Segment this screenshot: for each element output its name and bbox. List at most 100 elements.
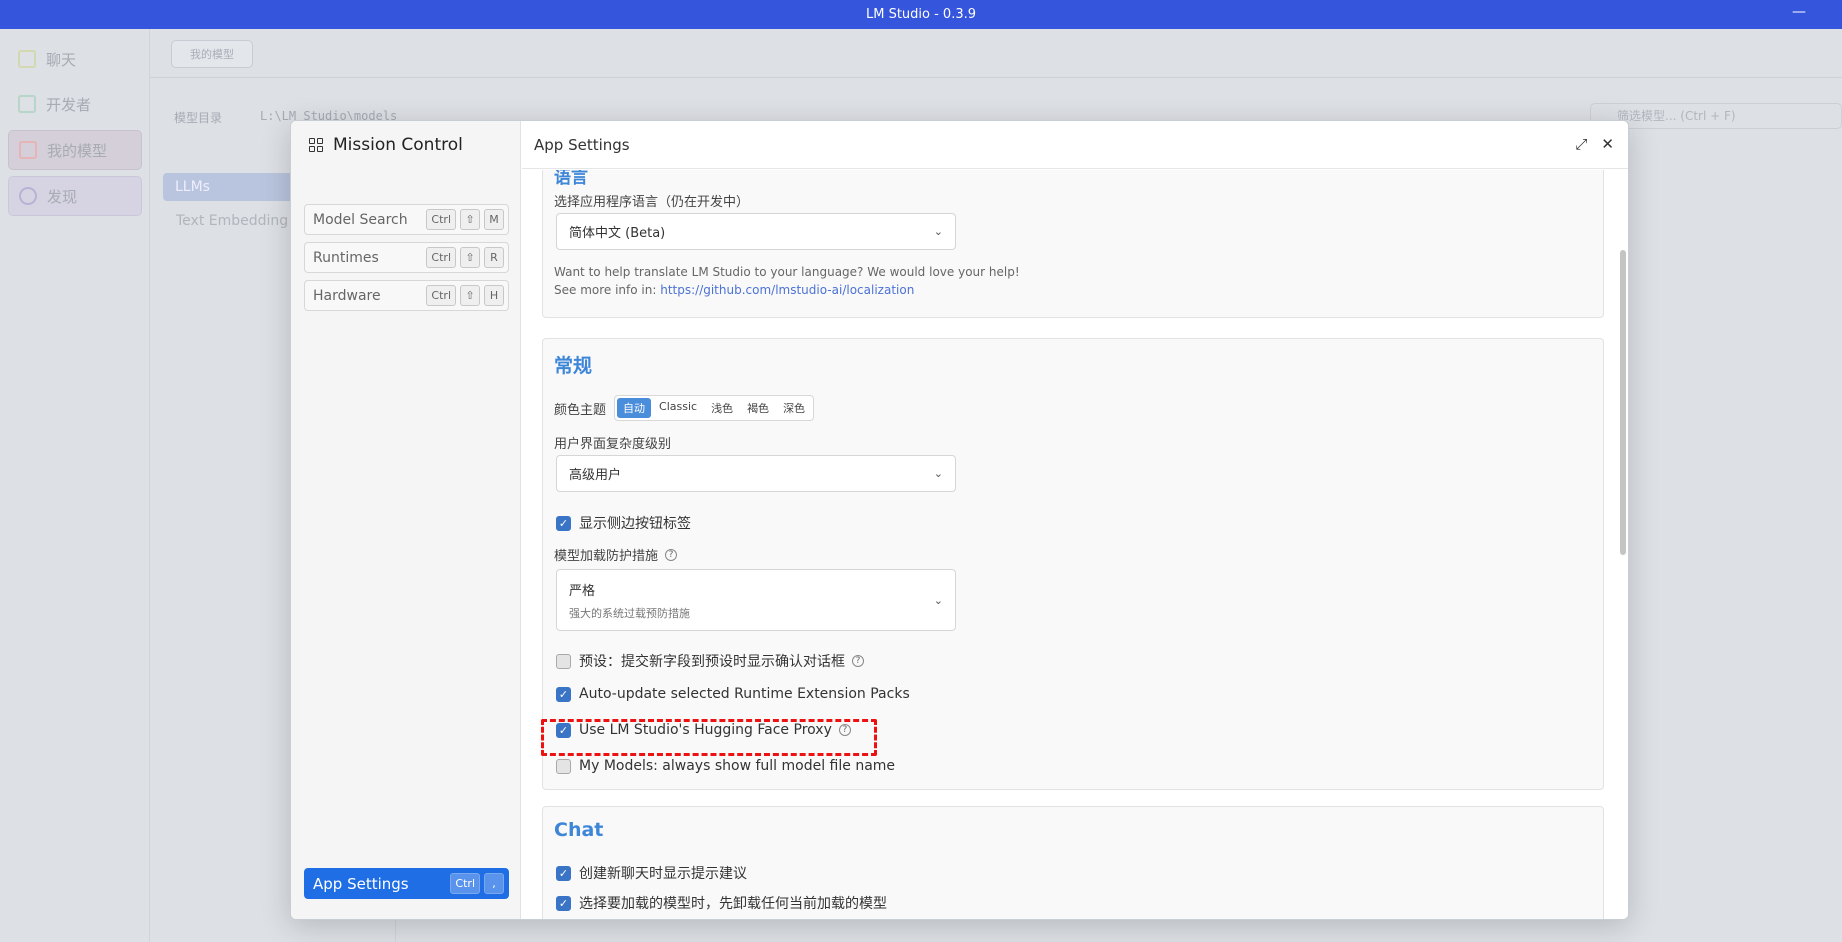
tab-llms[interactable]: LLMs — [163, 173, 303, 201]
nav-item-discover[interactable]: 发现 — [8, 176, 142, 216]
chat-section: Chat ✓ 创建新聊天时显示提示建议 ✓ 选择要加载的模型时，先卸载任何当前加… — [542, 806, 1604, 919]
left-nav: 聊天 开发者 我的模型 发现 — [0, 29, 150, 942]
sidebar-title-text: Mission Control — [333, 135, 463, 155]
checkbox-label: Auto-update selected Runtime Extension P… — [579, 686, 910, 702]
nav-item-developer[interactable]: 开发者 — [8, 84, 142, 124]
auto-update-checkbox[interactable]: ✓ Auto-update selected Runtime Extension… — [556, 686, 910, 702]
shortcut-key: ⇧ — [460, 285, 480, 306]
theme-label: 颜色主题 — [554, 402, 607, 418]
shortcut-key: Ctrl — [426, 285, 456, 306]
shortcut-key: R — [484, 247, 504, 268]
language-value: 简体中文 (Beta) — [569, 226, 666, 241]
theme-option-auto[interactable]: 自动 — [617, 398, 652, 418]
window-title: LM Studio - 0.3.9 — [865, 7, 977, 22]
translate-note: Want to help translate LM Studio to your… — [554, 265, 1020, 279]
sidebar-item-label: Model Search — [313, 211, 408, 228]
scrollbar[interactable] — [1620, 250, 1626, 555]
complexity-select[interactable]: 高级用户 ⌄ — [556, 455, 956, 492]
nav-item-chat[interactable]: 聊天 — [8, 39, 142, 79]
nav-item-my-models[interactable]: 我的模型 — [8, 130, 142, 170]
theme-option-light[interactable]: 浅色 — [705, 398, 739, 418]
complexity-value: 高级用户 — [569, 468, 622, 483]
checkbox-checked-icon: ✓ — [556, 515, 571, 531]
language-section: 语言 选择应用程序语言（仍在开发中） 简体中文 (Beta) ⌄ Want to… — [542, 170, 1604, 318]
guardrails-label: 模型加载防护措施 — [554, 549, 659, 564]
sidebar-item-model-search[interactable]: Model Search Ctrl ⇧ M — [304, 204, 509, 235]
sidebar-title: Mission Control — [309, 135, 463, 155]
shortcut-key: ⇧ — [460, 247, 480, 268]
help-icon[interactable]: ? — [665, 548, 678, 561]
settings-content: 语言 选择应用程序语言（仍在开发中） 简体中文 (Beta) ⌄ Want to… — [522, 170, 1628, 919]
settings-header: App Settings ⤢ ✕ — [522, 121, 1628, 169]
folder-icon — [19, 141, 37, 159]
guardrails-select[interactable]: 严格 强大的系统过载预防措施 ⌄ — [556, 569, 956, 631]
shortcut-key: ⇧ — [460, 209, 480, 230]
title-bar: LM Studio - 0.3.9 — — [0, 0, 1842, 29]
complexity-label: 用户界面复杂度级别 — [554, 437, 672, 452]
help-icon[interactable]: ? — [852, 655, 864, 667]
checkbox-unchecked-icon — [556, 758, 571, 774]
section-heading: 语言 — [554, 170, 588, 188]
sidebar-item-label: App Settings — [313, 874, 409, 893]
highlight-annotation — [541, 719, 877, 756]
sidebar-item-label: Runtimes — [313, 249, 379, 266]
localization-link[interactable]: https://github.com/lmstudio-ai/localizat… — [660, 283, 914, 297]
theme-option-classic[interactable]: Classic — [653, 398, 703, 418]
sidebar-item-runtimes[interactable]: Runtimes Ctrl ⇧ R — [304, 242, 509, 273]
shortcut-key: , — [484, 873, 504, 894]
chevron-down-icon: ⌄ — [933, 467, 943, 480]
expand-icon[interactable]: ⤢ — [1575, 135, 1587, 153]
nav-item-label: 聊天 — [46, 50, 77, 69]
checkbox-checked-icon: ✓ — [556, 686, 571, 702]
nav-item-label: 发现 — [47, 187, 78, 206]
full-model-name-checkbox[interactable]: My Models: always show full model file n… — [556, 758, 895, 774]
language-label: 选择应用程序语言（仍在开发中） — [554, 195, 750, 210]
checkbox-label: My Models: always show full model file n… — [579, 758, 896, 774]
section-heading: 常规 — [554, 355, 593, 377]
page-title: App Settings — [534, 135, 630, 154]
chat-bubble-icon — [18, 50, 36, 68]
nav-item-label: 开发者 — [46, 95, 92, 114]
theme-option-dark[interactable]: 深色 — [777, 398, 811, 418]
checkbox-label: 预设：提交新字段到预设时显示确认对话框 — [579, 654, 845, 670]
mission-control-sidebar: Mission Control Model Search Ctrl ⇧ M Runt… — [291, 121, 521, 919]
sidebar-item-label: Hardware — [313, 287, 381, 304]
section-heading: Chat — [554, 819, 604, 841]
checkbox-unchecked-icon — [556, 653, 571, 669]
divider — [150, 77, 1842, 78]
terminal-icon — [18, 95, 36, 113]
my-models-pill[interactable]: 我的模型 — [171, 40, 253, 68]
language-select[interactable]: 简体中文 (Beta) ⌄ — [556, 213, 956, 250]
guardrails-value: 严格 — [569, 583, 596, 599]
shortcut-key: Ctrl — [426, 247, 456, 268]
theme-option-sepia[interactable]: 褐色 — [741, 398, 775, 418]
models-dir-label: 模型目录 — [174, 111, 223, 125]
shortcut-key: M — [484, 209, 504, 230]
show-sidebar-labels-checkbox[interactable]: ✓ 显示侧边按钮标签 — [556, 513, 691, 533]
guardrails-desc: 强大的系统过载预防措施 — [569, 606, 690, 620]
shortcut-key: Ctrl — [426, 209, 456, 230]
shortcut-key: H — [484, 285, 504, 306]
close-icon[interactable]: ✕ — [1601, 135, 1614, 153]
checkbox-label: 选择要加载的模型时，先卸载任何当前加载的模型 — [579, 896, 887, 912]
prompt-suggestions-checkbox[interactable]: ✓ 创建新聊天时显示提示建议 — [556, 863, 747, 883]
chevron-down-icon: ⌄ — [933, 594, 943, 607]
shortcut-key: Ctrl — [450, 873, 480, 894]
tab-text-embedding[interactable]: Text Embedding — [176, 213, 288, 229]
checkbox-label: 显示侧边按钮标签 — [579, 516, 691, 532]
search-icon — [19, 187, 37, 205]
theme-selector: 自动 Classic 浅色 褐色 深色 — [614, 395, 815, 421]
checkbox-checked-icon: ✓ — [556, 865, 571, 881]
minimize-button[interactable]: — — [1792, 4, 1806, 20]
chevron-down-icon: ⌄ — [933, 225, 943, 238]
sidebar-item-app-settings[interactable]: App Settings Ctrl, — [304, 868, 509, 899]
checkbox-label: 创建新聊天时显示提示建议 — [579, 866, 747, 882]
mission-control-dialog: Mission Control Model Search Ctrl ⇧ M Runt… — [290, 120, 1629, 920]
checkbox-checked-icon: ✓ — [556, 895, 571, 911]
preset-confirm-checkbox[interactable]: 预设：提交新字段到预设时显示确认对话框 ? — [556, 651, 864, 671]
grid-icon — [309, 138, 323, 152]
nav-item-label: 我的模型 — [47, 141, 108, 160]
more-info-label: See more info in: — [554, 283, 661, 297]
unload-models-checkbox[interactable]: ✓ 选择要加载的模型时，先卸载任何当前加载的模型 — [556, 893, 887, 913]
sidebar-item-hardware[interactable]: Hardware Ctrl ⇧ H — [304, 280, 509, 311]
